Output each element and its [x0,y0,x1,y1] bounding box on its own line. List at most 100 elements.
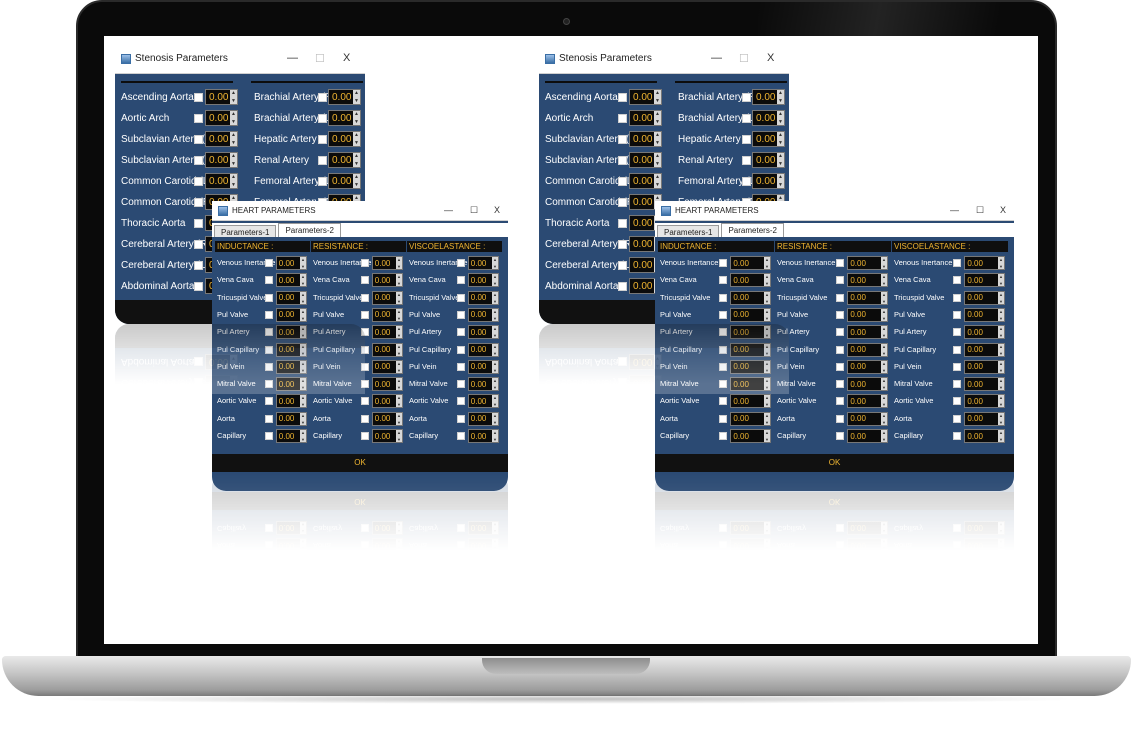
heart-param-spinbox[interactable]: 0.00▲▼ [371,394,403,409]
spin-down-icon[interactable]: ▼ [882,264,886,269]
heart-param-spinbox[interactable]: 0.00▲▼ [467,359,499,374]
spin-down-icon[interactable]: ▼ [397,402,401,407]
spin-arrows[interactable]: ▲▼ [880,257,887,269]
spin-arrows[interactable]: ▲▼ [880,343,887,356]
spin-value[interactable]: 0.00 [848,310,881,319]
spin-down-icon[interactable]: ▼ [354,140,359,146]
spin-value[interactable]: 0.00 [329,113,353,124]
spin-up-icon[interactable]: ▲ [354,111,359,117]
spin-arrows[interactable]: ▲▼ [491,378,498,391]
spin-arrows[interactable]: ▲▼ [395,291,402,304]
heart-param-spinbox[interactable]: 0.00▲▼ [730,307,771,322]
heart-param-spinbox[interactable]: 0.00▲▼ [964,342,1005,357]
spin-value[interactable]: 0.00 [469,362,492,371]
heart-param-spinbox[interactable]: 0.00▲▼ [467,307,499,322]
heart-param-spinbox[interactable]: 0.00▲▼ [964,273,1005,288]
heart-param-checkbox[interactable] [456,293,465,302]
spin-up-icon[interactable]: ▲ [778,111,783,117]
spin-down-icon[interactable]: ▼ [999,437,1003,442]
spin-value[interactable]: 0.00 [277,276,300,285]
heart-param-checkbox[interactable] [456,414,465,423]
spin-down-icon[interactable]: ▼ [655,98,660,104]
spin-down-icon[interactable]: ▼ [778,119,783,125]
heart-ok-button[interactable]: OK [212,454,508,472]
close-button[interactable]: X [767,52,774,64]
heart-param-spinbox[interactable]: 0.00▲▼ [964,325,1005,340]
heart-param-spinbox[interactable]: 0.00▲▼ [371,307,403,322]
stenosis-checkbox[interactable] [194,219,203,228]
spin-arrows[interactable]: ▲▼ [880,378,887,391]
stenosis-spinbox[interactable]: 0.00▲▼ [752,110,785,126]
spin-value[interactable]: 0.00 [373,310,396,319]
spin-up-icon[interactable]: ▲ [882,257,886,262]
spin-up-icon[interactable]: ▲ [882,292,886,297]
spin-up-icon[interactable]: ▲ [301,274,305,279]
stenosis-checkbox[interactable] [194,282,203,291]
spin-up-icon[interactable]: ▲ [493,257,497,262]
spin-down-icon[interactable]: ▼ [999,351,1003,356]
heart-param-spinbox[interactable]: 0.00▲▼ [275,256,307,270]
spin-up-icon[interactable]: ▲ [397,274,401,279]
heart-titlebar[interactable]: HEART PARAMETERS — ☐ X [655,201,1014,221]
spin-arrows[interactable]: ▲▼ [491,343,498,356]
spin-value[interactable]: 0.00 [848,328,881,337]
spin-arrows[interactable]: ▲▼ [491,326,498,339]
spin-value[interactable]: 0.00 [965,276,998,285]
heart-param-spinbox[interactable]: 0.00▲▼ [275,307,307,322]
stenosis-checkbox[interactable] [742,177,751,186]
spin-up-icon[interactable]: ▲ [301,257,305,262]
spin-down-icon[interactable]: ▼ [301,402,305,407]
spin-value[interactable]: 0.00 [630,281,654,292]
spin-down-icon[interactable]: ▼ [397,385,401,390]
spin-down-icon[interactable]: ▼ [765,437,769,442]
spin-up-icon[interactable]: ▲ [778,174,783,180]
spin-value[interactable]: 0.00 [469,345,492,354]
spin-arrows[interactable]: ▲▼ [299,308,306,321]
spin-down-icon[interactable]: ▼ [778,182,783,188]
spin-down-icon[interactable]: ▼ [999,316,1003,321]
spin-up-icon[interactable]: ▲ [231,153,236,159]
stenosis-checkbox[interactable] [742,93,751,102]
spin-up-icon[interactable]: ▲ [655,174,660,180]
spin-value[interactable]: 0.00 [469,432,492,441]
close-button[interactable]: X [494,205,500,215]
spin-up-icon[interactable]: ▲ [397,361,401,366]
spin-down-icon[interactable]: ▼ [999,368,1003,373]
spin-up-icon[interactable]: ▲ [999,292,1003,297]
spin-value[interactable]: 0.00 [329,176,353,187]
spin-up-icon[interactable]: ▲ [231,90,236,96]
stenosis-spinbox[interactable]: 0.00▲▼ [629,131,662,147]
spin-up-icon[interactable]: ▲ [493,361,497,366]
maximize-button[interactable]: ☐ [470,205,478,216]
spin-up-icon[interactable]: ▲ [882,430,886,435]
heart-param-spinbox[interactable]: 0.00▲▼ [730,273,771,288]
heart-param-checkbox[interactable] [456,328,465,337]
spin-value[interactable]: 0.00 [848,380,881,389]
spin-down-icon[interactable]: ▼ [493,316,497,321]
spin-arrows[interactable]: ▲▼ [997,412,1004,425]
spin-up-icon[interactable]: ▲ [999,430,1003,435]
stenosis-spinbox[interactable]: 0.00▲▼ [752,89,785,105]
spin-arrows[interactable]: ▲▼ [880,326,887,339]
stenosis-checkbox[interactable] [618,240,627,249]
tab-parameters-2[interactable]: Parameters-2 [278,223,341,237]
spin-down-icon[interactable]: ▼ [882,281,886,286]
heart-param-checkbox[interactable] [360,414,369,423]
spin-down-icon[interactable]: ▼ [301,420,305,425]
spin-down-icon[interactable]: ▼ [493,385,497,390]
stenosis-checkbox[interactable] [194,114,203,123]
heart-param-checkbox[interactable] [953,397,962,406]
spin-arrows[interactable]: ▲▼ [997,257,1004,269]
spin-up-icon[interactable]: ▲ [493,309,497,314]
stenosis-checkbox[interactable] [194,93,203,102]
spin-value[interactable]: 0.00 [848,276,881,285]
spin-arrows[interactable]: ▲▼ [997,326,1004,339]
heart-param-checkbox[interactable] [836,276,845,285]
spin-up-icon[interactable]: ▲ [493,274,497,279]
stenosis-checkbox[interactable] [194,156,203,165]
heart-param-spinbox[interactable]: 0.00▲▼ [964,256,1005,270]
spin-arrows[interactable]: ▲▼ [997,308,1004,321]
spin-up-icon[interactable]: ▲ [231,174,236,180]
heart-param-checkbox[interactable] [719,293,728,302]
spin-down-icon[interactable]: ▼ [301,264,305,269]
